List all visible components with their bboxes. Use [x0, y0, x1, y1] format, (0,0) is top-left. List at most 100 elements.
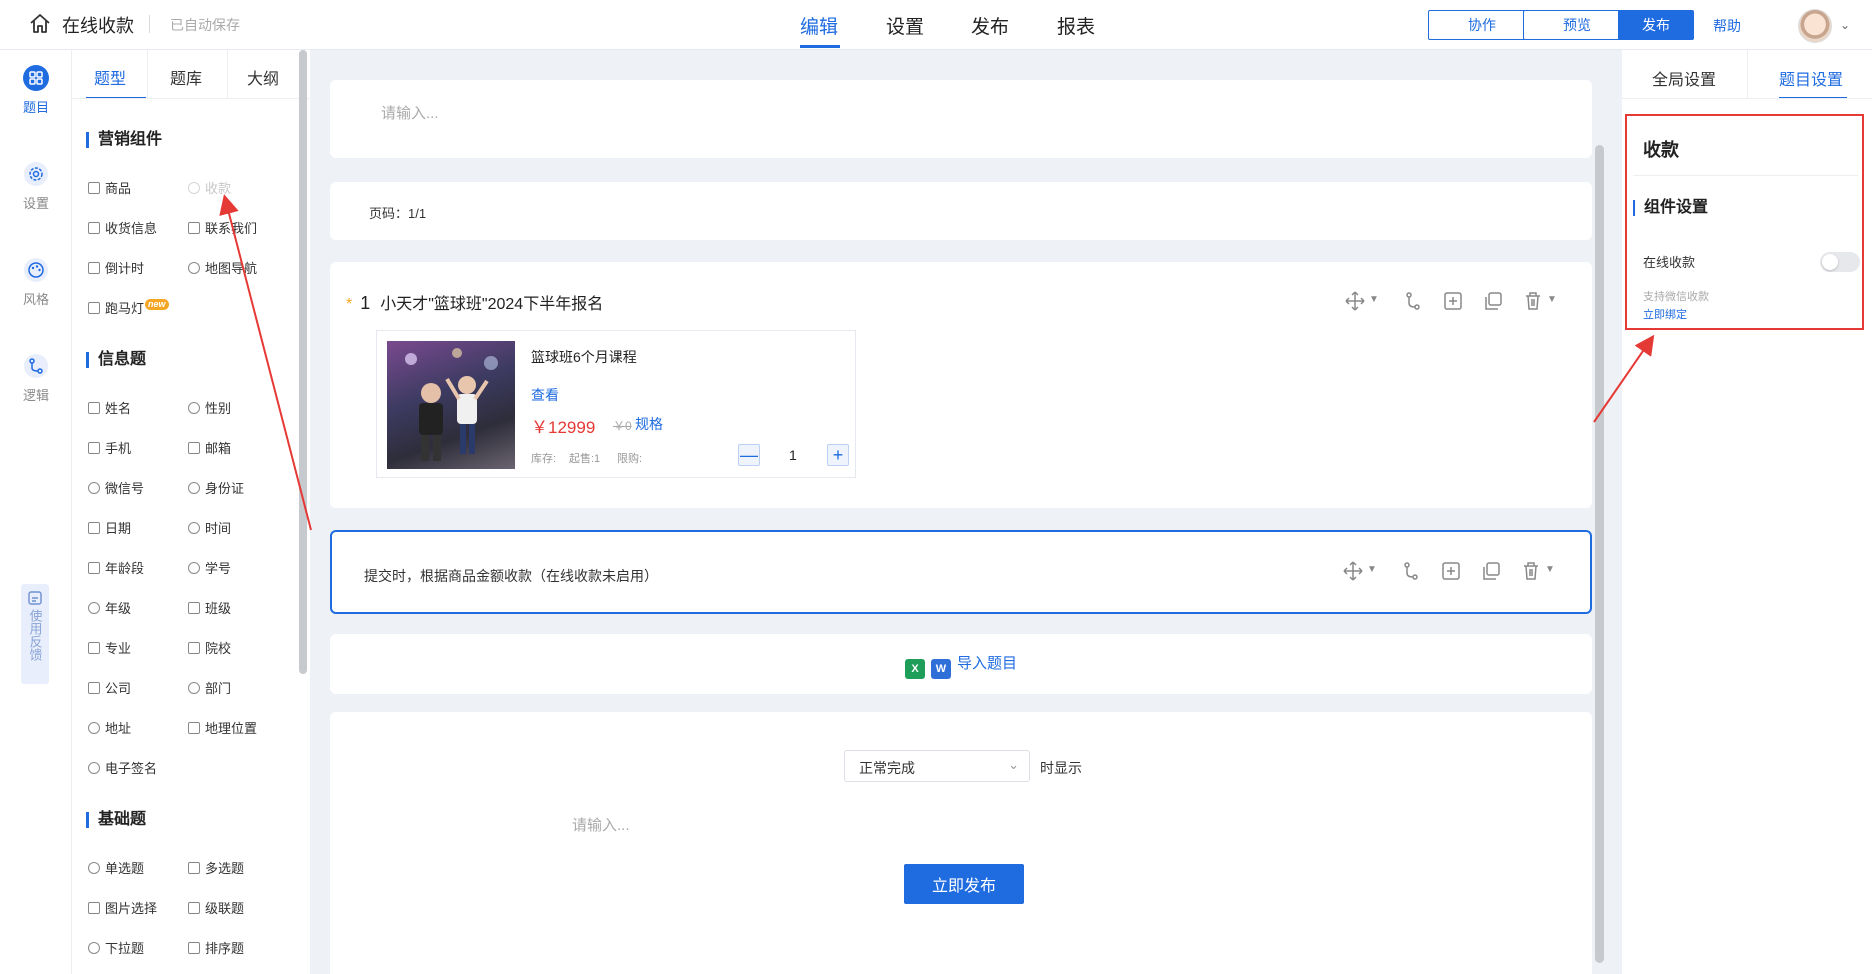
panel-tab-bank[interactable]: 题库 [170, 65, 202, 89]
move-icon[interactable] [1344, 290, 1366, 312]
ending-message-input[interactable]: 请输入... [572, 814, 630, 835]
ending-card[interactable]: 正常完成 ⌄ 时显示 请输入... 立即发布 [330, 712, 1592, 974]
comp-signature[interactable]: 电子签名 [88, 758, 157, 777]
panel-tab-types[interactable]: 题型 [94, 65, 126, 89]
comp-sort[interactable]: 排序题 [188, 938, 244, 957]
copy-icon[interactable] [1480, 560, 1502, 582]
product-spec-link[interactable]: 规格 [635, 414, 663, 434]
branch-icon[interactable] [1402, 290, 1424, 312]
panel-scrollbar[interactable] [299, 50, 307, 674]
home-icon[interactable] [28, 12, 52, 36]
comp-cascade[interactable]: 级联题 [188, 898, 244, 917]
comp-age[interactable]: 年龄段 [88, 558, 144, 577]
completion-select[interactable]: 正常完成 ⌄ [844, 750, 1030, 782]
feedback-button[interactable]: 使用反馈 [21, 584, 49, 684]
comp-product[interactable]: 商品 [88, 178, 131, 197]
tab-reports[interactable]: 报表 [1057, 12, 1095, 39]
comp-date[interactable]: 日期 [88, 518, 131, 537]
tab-question-settings[interactable]: 题目设置 [1779, 66, 1843, 90]
preview-button[interactable]: 预览 [1523, 10, 1631, 40]
cart-icon [88, 182, 100, 194]
comp-email[interactable]: 邮箱 [188, 438, 231, 457]
comp-countdown[interactable]: 倒计时 [88, 258, 144, 277]
comp-name[interactable]: 姓名 [88, 398, 131, 417]
comp-multi-choice[interactable]: 多选题 [188, 858, 244, 877]
mail-icon [188, 442, 200, 454]
product-limit: 限购: [617, 453, 643, 465]
section-info: 信息题 [86, 352, 146, 368]
caret-down-icon[interactable]: ▼ [1369, 294, 1379, 305]
bind-now-link[interactable]: 立即绑定 [1643, 306, 1687, 322]
rail-item-settings[interactable]: 设置 [0, 161, 72, 212]
excel-icon: X [904, 659, 925, 679]
rail-item-questions[interactable]: 题目 [0, 65, 72, 116]
canvas-scrollbar[interactable] [1595, 145, 1604, 963]
tab-settings[interactable]: 设置 [886, 12, 924, 39]
import-questions-button[interactable]: X W 导入题目 [330, 652, 1592, 679]
delete-icon[interactable] [1520, 560, 1542, 582]
comp-dropdown[interactable]: 下拉题 [88, 938, 144, 957]
product-card[interactable]: 篮球班6个月课程 查看 ￥12999 ￥0 规格 库存: 起售:1 限购: — … [376, 330, 856, 478]
comp-department[interactable]: 部门 [188, 678, 231, 697]
help-link[interactable]: 帮助 [1713, 16, 1741, 36]
payment-component-card[interactable]: 提交时，根据商品金额收款（在线收款未启用） ▼ ▼ [330, 530, 1592, 614]
copy-icon[interactable] [1482, 290, 1504, 312]
comp-wechat[interactable]: 微信号 [88, 478, 144, 497]
comp-map-nav[interactable]: 地图导航 [188, 258, 257, 277]
comp-idcard[interactable]: 身份证 [188, 478, 244, 497]
delete-icon[interactable] [1522, 290, 1544, 312]
comp-gender[interactable]: 性别 [188, 398, 231, 417]
comp-address[interactable]: 地址 [88, 718, 131, 737]
caret-down-icon[interactable]: ▼ [1547, 294, 1557, 305]
survey-header-card[interactable]: 请输入... [330, 80, 1592, 158]
tab-publish[interactable]: 发布 [971, 12, 1009, 39]
product-view-link[interactable]: 查看 [531, 385, 559, 405]
move-icon[interactable] [1342, 560, 1364, 582]
online-pay-toggle[interactable] [1820, 252, 1860, 272]
publish-button[interactable]: 发布 [1618, 10, 1694, 40]
comp-student-id[interactable]: 学号 [188, 558, 231, 577]
import-card[interactable]: X W 导入题目 [330, 634, 1592, 694]
add-icon[interactable] [1440, 560, 1462, 582]
panel-tab-outline[interactable]: 大纲 [247, 65, 279, 89]
caret-down-icon[interactable]: ▼ [1545, 564, 1555, 575]
comp-major[interactable]: 专业 [88, 638, 131, 657]
comp-time[interactable]: 时间 [188, 518, 231, 537]
quantity-plus-button[interactable]: + [827, 444, 849, 466]
school-icon [188, 642, 200, 654]
collab-button[interactable]: 协作 [1428, 10, 1536, 40]
publish-now-button[interactable]: 立即发布 [904, 864, 1024, 904]
comp-grade[interactable]: 年级 [88, 598, 131, 617]
comp-company[interactable]: 公司 [88, 678, 131, 697]
comp-class[interactable]: 班级 [188, 598, 231, 617]
sort-icon [188, 942, 200, 954]
image-icon [88, 902, 100, 914]
question-card[interactable]: * 1 小天才"篮球班"2024下半年报名 ▼ ▼ 篮球班6个月课程 查看 ￥12 [330, 262, 1592, 508]
comp-single-choice[interactable]: 单选题 [88, 858, 144, 877]
add-icon[interactable] [1442, 290, 1464, 312]
comp-marquee[interactable]: 跑马灯 new [88, 298, 169, 317]
chevron-down-icon: ⌄ [1008, 757, 1019, 772]
comp-geo[interactable]: 地理位置 [188, 718, 257, 737]
comp-contact[interactable]: 联系我们 [188, 218, 257, 237]
comp-shipping[interactable]: 收货信息 [88, 218, 157, 237]
rail-item-style[interactable]: 风格 [0, 257, 72, 308]
header-input[interactable]: 请输入... [381, 102, 439, 123]
comp-school[interactable]: 院校 [188, 638, 231, 657]
comp-image-choice[interactable]: 图片选择 [88, 898, 157, 917]
tab-global-settings[interactable]: 全局设置 [1652, 66, 1716, 90]
branch-icon[interactable] [1400, 560, 1422, 582]
tab-edit[interactable]: 编辑 [800, 12, 838, 39]
comp-payment[interactable]: 收款 [188, 178, 231, 197]
wechat-pay-hint: 支持微信收款 [1643, 291, 1709, 303]
avatar[interactable] [1798, 9, 1832, 43]
quantity-minus-button[interactable]: — [738, 444, 760, 466]
question-title[interactable]: * 1 小天才"篮球班"2024下半年报名 [346, 290, 603, 314]
word-icon: W [930, 659, 951, 679]
caret-down-icon[interactable]: ▼ [1367, 564, 1377, 575]
department-icon [188, 682, 200, 694]
comp-phone[interactable]: 手机 [88, 438, 131, 457]
chevron-down-icon[interactable]: ⌄ [1840, 18, 1850, 32]
rail-item-logic[interactable]: 逻辑 [0, 353, 72, 404]
product-price: ￥12999 [531, 418, 596, 437]
